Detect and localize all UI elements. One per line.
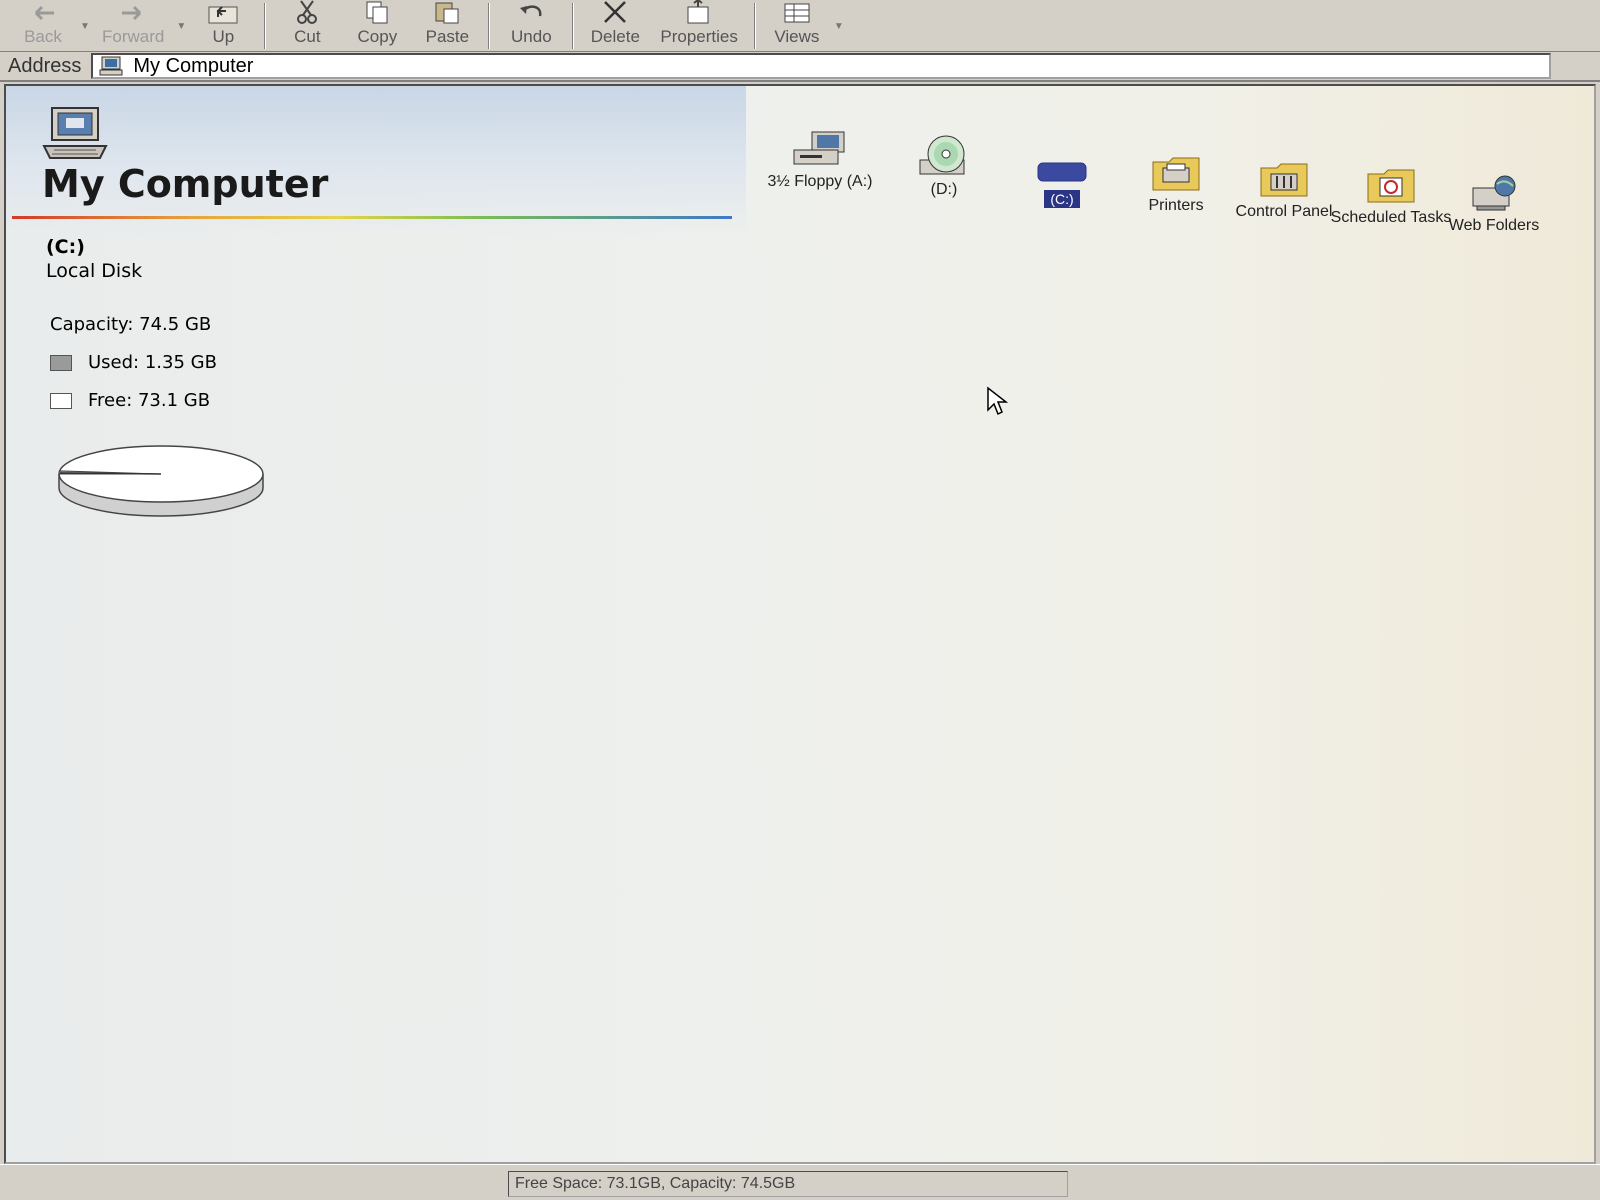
- web-folders-item[interactable]: Web Folders: [1434, 174, 1554, 234]
- status-panel: Free Space: 73.1GB, Capacity: 74.5GB: [508, 1171, 1068, 1197]
- free-legend: Free: 73.1 GB: [50, 390, 210, 411]
- web-folders-icon: [1472, 175, 1516, 211]
- used-swatch-icon: [50, 354, 72, 371]
- cut-button[interactable]: Cut: [272, 0, 342, 51]
- used-value: Used: 1.35 GB: [88, 352, 217, 373]
- control-panel-item[interactable]: Control Panel: [1224, 160, 1344, 220]
- web-folders-label: Web Folders: [1448, 217, 1540, 234]
- control-panel-folder-icon: [1260, 163, 1308, 197]
- free-value: Free: 73.1 GB: [88, 390, 211, 411]
- delete-label: Delete: [590, 27, 640, 46]
- views-dropdown-icon[interactable]: ▼: [832, 1, 846, 51]
- drive-letter: (C:): [46, 236, 85, 258]
- paste-icon: [430, 0, 464, 25]
- copy-icon: [360, 0, 394, 25]
- cd-drive-label: (D:): [930, 181, 958, 198]
- delete-button[interactable]: Delete: [580, 1, 650, 51]
- my-computer-icon: [42, 107, 108, 159]
- undo-icon: [514, 1, 548, 25]
- up-folder-icon: [206, 1, 240, 25]
- my-computer-small-icon: [99, 56, 125, 76]
- drive-details: (C:) Local Disk Capacity: 74.5 GB Used: …: [46, 236, 217, 411]
- forward-label: Forward: [102, 27, 165, 46]
- cd-drive-icon: [919, 135, 965, 175]
- undo-button[interactable]: Undo: [496, 1, 566, 51]
- views-grid-icon: [780, 1, 814, 25]
- properties-button[interactable]: Properties: [650, 0, 747, 51]
- control-panel-label: Control Panel: [1235, 203, 1333, 220]
- printers-item[interactable]: Printers: [1116, 154, 1236, 214]
- back-label: Back: [24, 27, 62, 46]
- views-button[interactable]: Views: [762, 1, 832, 51]
- scissors-icon: [290, 0, 324, 25]
- hard-disk-label: (C:): [1044, 190, 1080, 208]
- standard-toolbar: Back ▼ Forward ▼ Up Cut Copy Paste Undo …: [0, 0, 1600, 52]
- toolbar-separator: [753, 3, 756, 49]
- forward-arrow-icon: [116, 1, 150, 25]
- printers-folder-icon: [1152, 157, 1200, 191]
- address-label: Address: [8, 54, 82, 77]
- folder-view[interactable]: My Computer (C:) Local Disk Capacity: 74…: [4, 84, 1596, 1164]
- forward-dropdown-icon[interactable]: ▼: [174, 1, 188, 51]
- cd-drive-item[interactable]: (D:): [884, 134, 1004, 198]
- status-text: Free Space: 73.1GB, Capacity: 74.5GB: [515, 1175, 796, 1192]
- drive-type: Local Disk: [46, 260, 143, 282]
- back-button[interactable]: Back: [8, 1, 78, 51]
- up-button[interactable]: Up: [188, 1, 258, 51]
- capacity-value: Capacity: 74.5 GB: [50, 314, 212, 335]
- floppy-drive-icon: [793, 131, 845, 165]
- disk-usage-pie: [58, 445, 264, 517]
- printers-label: Printers: [1148, 197, 1204, 214]
- status-bar: Free Space: 73.1GB, Capacity: 74.5GB: [0, 1164, 1600, 1200]
- address-input[interactable]: My Computer: [91, 53, 1552, 79]
- page-title: My Computer: [42, 162, 329, 206]
- hard-disk-item[interactable]: (C:): [1002, 160, 1122, 208]
- scheduled-tasks-folder-icon: [1367, 169, 1415, 203]
- back-arrow-icon: [26, 1, 60, 25]
- toolbar-separator: [488, 3, 491, 49]
- header-banner: [6, 86, 746, 236]
- title-divider: [12, 216, 732, 219]
- copy-label: Copy: [357, 27, 398, 46]
- used-legend: Used: 1.35 GB: [50, 352, 217, 373]
- views-label: Views: [774, 27, 820, 46]
- cut-label: Cut: [294, 27, 321, 46]
- toolbar-separator: [572, 3, 575, 49]
- forward-button[interactable]: Forward: [92, 1, 174, 51]
- delete-x-icon: [598, 0, 632, 25]
- capacity-text: Capacity: 74.5 GB: [50, 314, 211, 335]
- paste-button[interactable]: Paste: [412, 1, 482, 51]
- hard-disk-icon: [1037, 162, 1087, 182]
- properties-label: Properties: [660, 27, 738, 46]
- floppy-drive-item[interactable]: 3½ Floppy (A:): [760, 130, 880, 190]
- mouse-pointer-icon: [987, 386, 1008, 416]
- address-bar: Address My Computer: [0, 52, 1600, 82]
- free-swatch-icon: [50, 392, 72, 409]
- toolbar-separator: [264, 3, 267, 49]
- undo-label: Undo: [511, 27, 552, 46]
- properties-icon: [682, 0, 716, 25]
- copy-button[interactable]: Copy: [342, 1, 412, 51]
- paste-label: Paste: [425, 27, 470, 46]
- back-dropdown-icon[interactable]: ▼: [78, 1, 92, 51]
- floppy-drive-label: 3½ Floppy (A:): [767, 173, 873, 190]
- address-value: My Computer: [133, 54, 254, 77]
- up-label: Up: [212, 27, 235, 46]
